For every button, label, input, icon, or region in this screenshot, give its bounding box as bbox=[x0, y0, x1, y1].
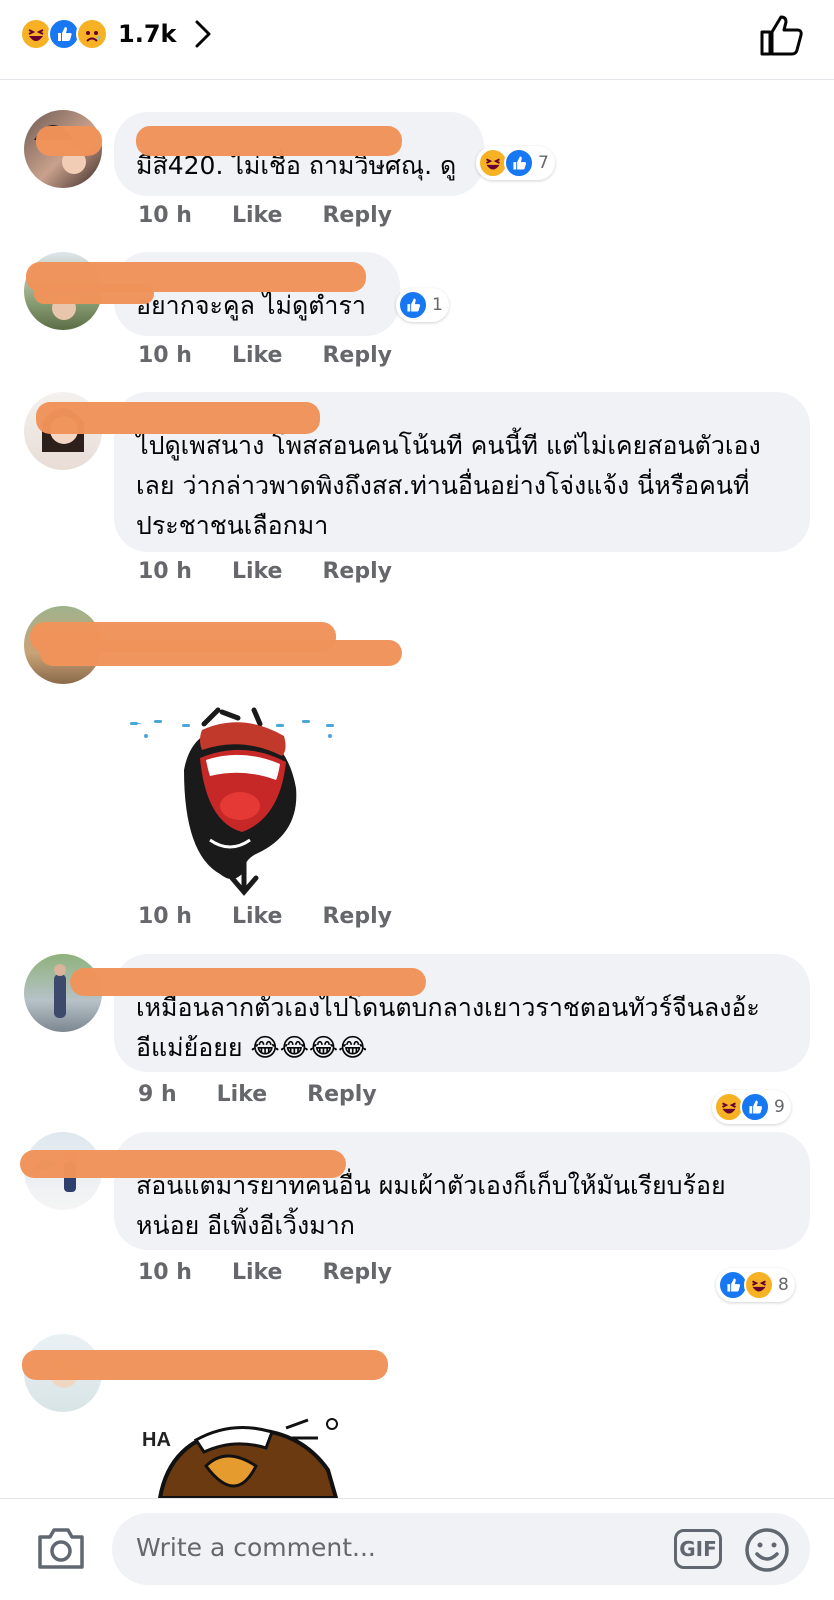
like-link[interactable]: Like bbox=[232, 904, 283, 929]
like-icon bbox=[740, 1092, 770, 1122]
comment-text: เหมือนลากตัวเองไปโดนตบกลางเยาวราชตอนทัวร… bbox=[136, 993, 760, 1062]
redaction-mark bbox=[20, 1150, 346, 1178]
like-link[interactable]: Like bbox=[232, 203, 283, 228]
comment-meta: 10 h Like Reply bbox=[138, 1260, 432, 1285]
redaction-mark bbox=[70, 968, 426, 996]
chevron-right-icon[interactable] bbox=[192, 19, 214, 49]
reply-link[interactable]: Reply bbox=[322, 904, 392, 929]
comment-meta: 10 h Like Reply bbox=[138, 559, 432, 584]
reaction-count: 1.7k bbox=[118, 20, 177, 48]
comment-meta: 10 h Like Reply bbox=[138, 904, 432, 929]
comment-time: 10 h bbox=[138, 559, 192, 584]
comment-time: 10 h bbox=[138, 1260, 192, 1285]
like-link[interactable]: Like bbox=[232, 559, 283, 584]
reaction-count: 9 bbox=[774, 1097, 785, 1117]
reaction-badge[interactable]: 9 bbox=[712, 1090, 791, 1124]
comment-meta: 10 h Like Reply bbox=[138, 343, 432, 368]
redaction-mark bbox=[136, 126, 402, 156]
like-link[interactable]: Like bbox=[217, 1082, 268, 1107]
reply-link[interactable]: Reply bbox=[307, 1082, 377, 1107]
comment-composer: Write a comment... GIF bbox=[0, 1498, 834, 1600]
comment-time: 9 h bbox=[138, 1082, 177, 1107]
reactions-header: 1.7k bbox=[0, 0, 834, 80]
gif-button[interactable]: GIF bbox=[674, 1529, 722, 1569]
comment-time: 10 h bbox=[138, 203, 192, 228]
comment-meta: 10 h Like Reply bbox=[138, 203, 432, 228]
sad-icon bbox=[76, 18, 108, 50]
like-icon bbox=[504, 148, 534, 178]
reaction-badge[interactable]: 8 bbox=[716, 1268, 795, 1302]
laughing-crying-sticker[interactable] bbox=[126, 690, 346, 910]
sticker-text: HA bbox=[142, 1429, 171, 1451]
emoji-icon[interactable] bbox=[744, 1527, 790, 1573]
like-icon bbox=[398, 290, 428, 320]
comment-placeholder: Write a comment... bbox=[136, 1533, 376, 1562]
reaction-count: 8 bbox=[778, 1275, 789, 1295]
redaction-mark bbox=[40, 640, 402, 666]
reaction-badge[interactable]: 1 bbox=[396, 288, 449, 322]
comment-time: 10 h bbox=[138, 343, 192, 368]
like-link[interactable]: Like bbox=[232, 343, 283, 368]
reactions-summary[interactable]: 1.7k bbox=[20, 14, 214, 54]
ha-laughing-sticker[interactable]: HA bbox=[136, 1406, 356, 1498]
thumbs-up-icon[interactable] bbox=[758, 12, 806, 60]
like-link[interactable]: Like bbox=[232, 1260, 283, 1285]
haha-icon bbox=[744, 1270, 774, 1300]
reaction-count: 1 bbox=[432, 295, 443, 315]
comment-time: 10 h bbox=[138, 904, 192, 929]
comment-text: ไปดูเพสนาง โพสสอนคนโน้นที คนนี้ที แต่ไม่… bbox=[136, 431, 761, 540]
reply-link[interactable]: Reply bbox=[322, 343, 392, 368]
comment-text: อยากจะคูล ไม่ดูตำรา bbox=[136, 291, 366, 320]
redaction-mark bbox=[36, 402, 320, 434]
comment-text: สอนแต่มารยาทคนอื่น ผมเผ้าตัวเองก็เก็บให้… bbox=[136, 1171, 726, 1240]
reply-link[interactable]: Reply bbox=[322, 203, 392, 228]
reaction-badge[interactable]: 7 bbox=[476, 146, 555, 180]
reply-link[interactable]: Reply bbox=[322, 559, 392, 584]
reaction-count: 7 bbox=[538, 153, 549, 173]
redaction-mark bbox=[22, 1350, 388, 1380]
comment-meta: 9 h Like Reply bbox=[138, 1082, 417, 1107]
reply-link[interactable]: Reply bbox=[322, 1260, 392, 1285]
redaction-mark bbox=[34, 284, 154, 304]
redaction-mark bbox=[36, 126, 102, 156]
comment-input[interactable]: Write a comment... GIF bbox=[112, 1513, 810, 1585]
camera-icon[interactable] bbox=[36, 1525, 86, 1571]
